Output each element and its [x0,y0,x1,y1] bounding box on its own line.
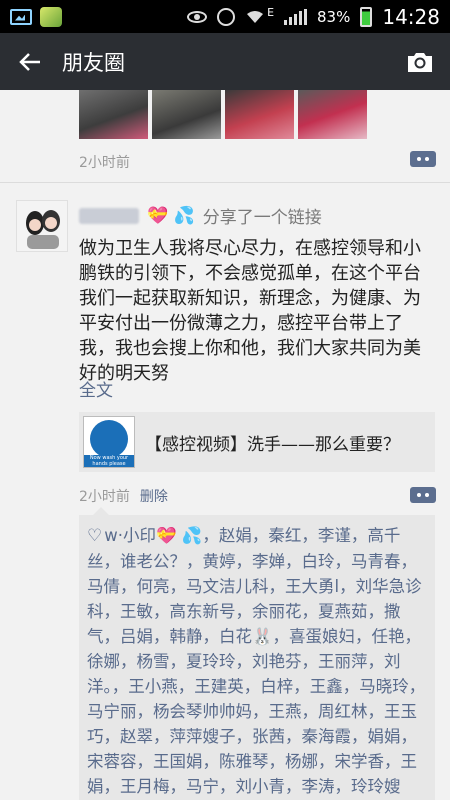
app-notification-icon [40,6,62,27]
comment-icon [417,157,421,161]
wifi-icon [245,10,265,24]
heart-icon: ♡ [87,526,103,546]
post-text: 做为卫生人我将尽心尽力，在感控领导和小鹏铁的引领下，不会感觉孤单，在这个平台我们… [79,238,421,384]
likes-list: ♡ w·小印💝 💦，赵娟，秦红，李谨，高千丝，谁老公？，黄婷，李婵，白玲，马青春，… [87,523,427,800]
post-photo[interactable] [225,90,294,139]
likes-box: ♡ w·小印💝 💦，赵娟，秦红，李谨，高千丝，谁老公？，黄婷，李婵，白玲，马青春，… [79,507,435,800]
status-bar: E 83% 14:28 [0,0,450,33]
post-divider [0,182,450,183]
page-title: 朋友圈 [62,50,125,75]
shared-label: 分享了一个链接 [202,208,322,228]
battery-icon [360,6,373,27]
avatar[interactable] [16,200,68,252]
alarm-icon [217,7,236,26]
title-bar: 朋友圈 [0,33,450,90]
author-suffix: 💝 💦 [147,205,195,226]
comment-icon [425,493,429,497]
expand-link[interactable]: 全文 [79,376,113,401]
back-button[interactable] [0,33,60,90]
network-type: E [267,6,275,19]
author-nickname[interactable]: 💝 💦 分享了一个链接 [79,203,322,228]
camera-button[interactable] [390,33,450,90]
eye-icon [187,10,208,23]
moments-feed[interactable]: 2小时前 💝 💦 分享了一个链接 做为卫生人我将尽心尽力，在感控领导和小鹏铁的引… [0,90,450,800]
post-time: 2小时前 [79,489,130,505]
camera-icon [408,52,432,72]
link-title: 【感控视频】洗手——那么重要？ [145,434,400,455]
comment-icon [417,493,421,497]
link-thumbnail: Now wash your hands please [83,416,135,468]
post-time: 2小时前 [79,155,130,171]
shared-link-card[interactable]: Now wash your hands please 【感控视频】洗手——那么重… [79,412,435,472]
clock: 14:28 [382,4,440,29]
blurred-name [79,207,139,224]
handwash-icon [90,420,128,458]
likes-names[interactable]: w·小印💝 💦，赵娟，秦红，李谨，高千丝，谁老公？，黄婷，李婵，白玲，马青春，马… [87,526,425,800]
post-photo[interactable] [152,90,221,139]
signal-icon [284,8,308,25]
photo-grid [79,90,367,139]
gallery-notification-icon [10,8,32,25]
back-arrow-icon [19,52,40,71]
post-photo[interactable] [79,90,148,139]
post-photo[interactable] [298,90,367,139]
comment-button[interactable] [410,151,436,167]
comment-button[interactable] [410,487,436,503]
post-meta: 2小时前 删除 [79,486,168,506]
battery-percent: 83% [317,7,351,26]
thumbnail-caption: Now wash your hands please [84,455,134,467]
comment-icon [425,157,429,161]
delete-link[interactable]: 删除 [140,486,168,506]
